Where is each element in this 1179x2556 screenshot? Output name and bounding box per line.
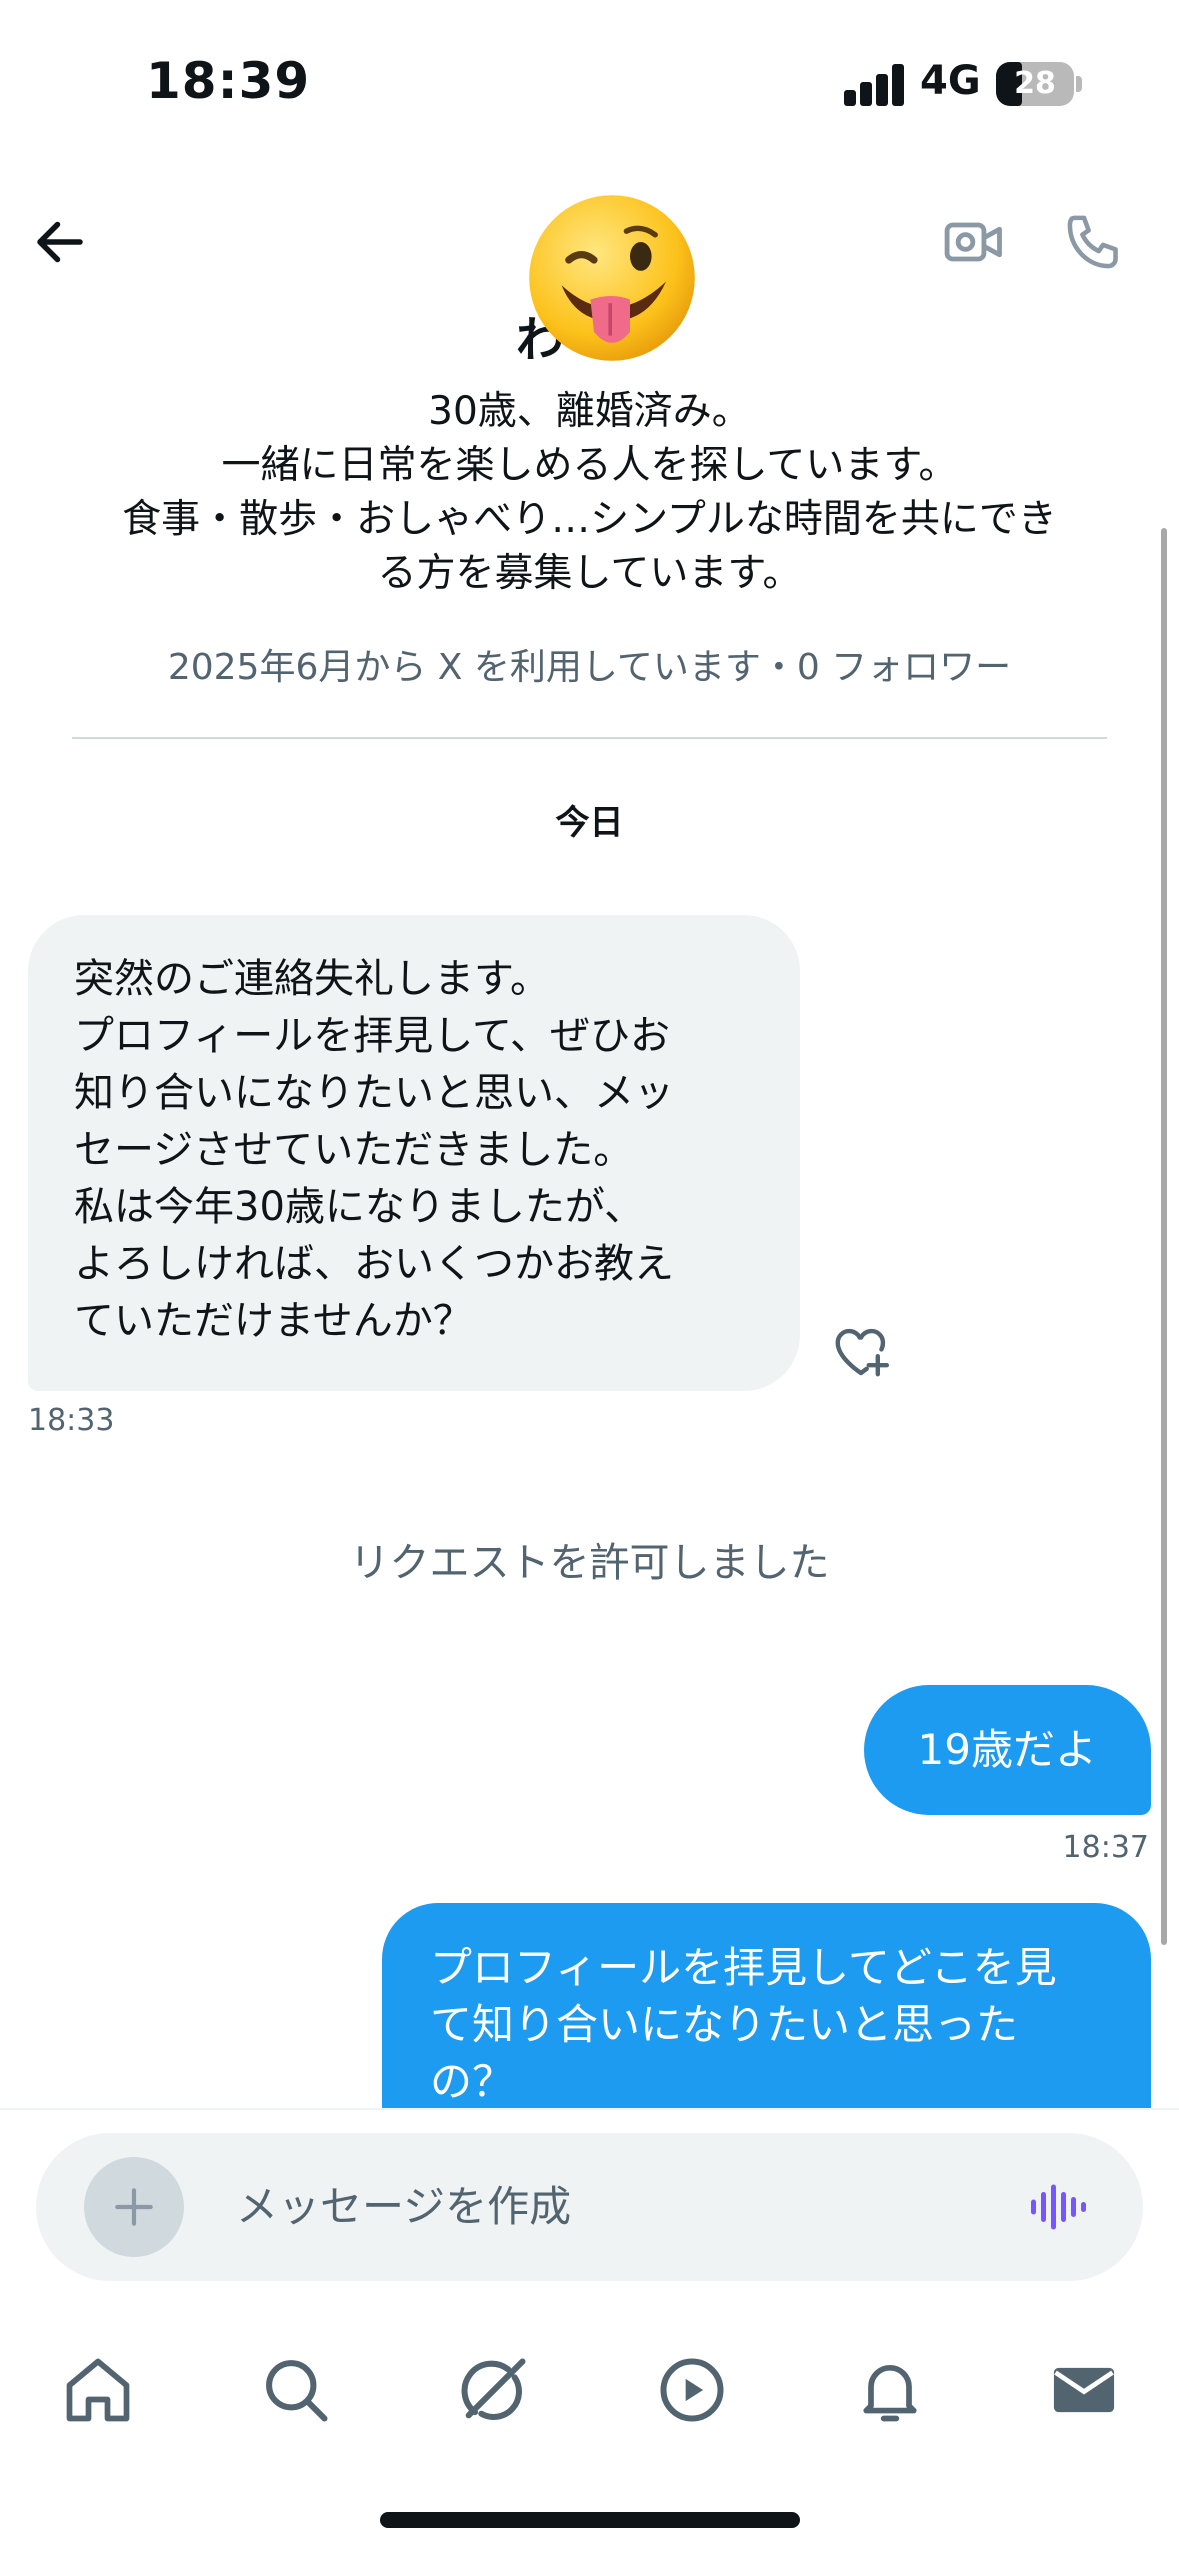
divider — [72, 737, 1107, 739]
cellular-signal-icon — [844, 64, 906, 106]
phone-icon[interactable] — [1060, 208, 1128, 276]
play-icon[interactable] — [654, 2352, 730, 2428]
battery-level: 28 — [1014, 66, 1056, 101]
bell-icon[interactable] — [852, 2352, 928, 2428]
plus-icon — [115, 2188, 153, 2226]
home-indicator — [380, 2512, 800, 2528]
profile-meta: 2025年6月から X を利用しています・0 フォロワー — [167, 647, 1012, 688]
system-message: リクエストを許可しました — [349, 1540, 830, 1586]
avatar[interactable] — [522, 188, 702, 368]
battery-icon: 28 — [996, 62, 1074, 106]
network-type: 4G — [920, 58, 981, 104]
message-bubble-outgoing[interactable]: プロフィールを拝見してどこを見 て知り合いになりたいと思った の？ — [382, 1903, 1151, 2143]
message-composer[interactable]: メッセージを作成 — [36, 2133, 1143, 2281]
home-icon[interactable] — [60, 2352, 136, 2428]
message-timestamp: 18:37 — [1062, 1830, 1149, 1865]
grok-icon[interactable] — [456, 2352, 532, 2428]
message-bubble-outgoing[interactable]: 19歳だよ — [863, 1685, 1151, 1815]
add-attachment-button[interactable] — [84, 2157, 184, 2257]
message-bubble-incoming[interactable]: 突然のご連絡失礼します。 プロフィールを拝見して、ぜひお 知り合いになりたいと思… — [28, 915, 800, 1391]
voice-waveform-icon[interactable] — [1026, 2177, 1086, 2237]
arrow-left-icon[interactable] — [30, 212, 90, 272]
battery-cap — [1076, 76, 1082, 92]
heart-plus-icon[interactable] — [828, 1320, 894, 1382]
bottom-tab-bar — [0, 2330, 1179, 2470]
search-icon[interactable] — [258, 2352, 334, 2428]
status-time: 18:39 — [146, 52, 311, 110]
mail-icon[interactable] — [1046, 2352, 1122, 2428]
video-camera-icon[interactable] — [940, 208, 1008, 276]
date-separator: 今日 — [555, 803, 624, 843]
profile-bio-text: 30歳、離婚済み。 一緒に日常を楽しめる人を探しています。 食事・散歩・おしゃべ… — [122, 389, 1057, 596]
profile-bio: 30歳、離婚済み。 一緒に日常を楽しめる人を探しています。 食事・散歩・おしゃべ… — [40, 385, 1139, 601]
message-input[interactable]: メッセージを作成 — [236, 2133, 571, 2281]
message-timestamp: 18:33 — [28, 1403, 115, 1438]
scrollbar[interactable] — [1161, 528, 1167, 1945]
status-bar: 18:39 4G 28 — [0, 0, 1179, 170]
